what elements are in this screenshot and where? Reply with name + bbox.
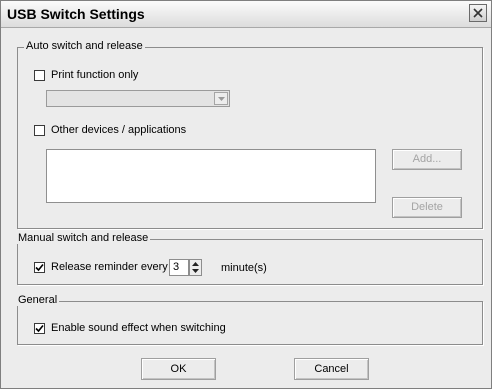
add-button[interactable]: Add... (392, 149, 462, 170)
release-reminder-box[interactable] (34, 261, 45, 273)
auto-switch-group-label: Auto switch and release (24, 40, 145, 52)
close-button[interactable] (469, 4, 487, 22)
close-icon (473, 8, 483, 18)
print-function-only-label: Print function only (51, 69, 139, 81)
ok-button-label: OK (170, 363, 187, 375)
print-function-only-checkbox[interactable]: Print function only (34, 69, 138, 81)
devices-listbox[interactable] (46, 149, 376, 203)
sound-effect-label: Enable sound effect when switching (51, 322, 226, 334)
other-devices-box[interactable] (34, 124, 45, 136)
ok-button[interactable]: OK (141, 358, 216, 380)
spin-up-button[interactable] (190, 260, 201, 267)
printer-select[interactable] (46, 90, 230, 107)
cancel-button[interactable]: Cancel (294, 358, 369, 380)
cancel-button-label: Cancel (314, 363, 349, 375)
spin-down-button[interactable] (190, 268, 201, 275)
printer-select-arrow[interactable] (214, 92, 228, 105)
print-function-only-box[interactable] (34, 69, 45, 81)
manual-switch-group-label: Manual switch and release (16, 232, 151, 244)
general-group-label: General (16, 294, 60, 306)
minutes-unit-label: minute(s) (221, 262, 267, 274)
other-devices-label: Other devices / applications (51, 124, 187, 136)
dialog-title: USB Switch Settings (7, 6, 145, 22)
delete-button-label: Delete (411, 201, 443, 213)
other-devices-checkbox[interactable]: Other devices / applications (34, 124, 186, 136)
spin-down-icon (192, 269, 199, 273)
release-reminder-label: Release reminder every (51, 261, 168, 273)
delete-button[interactable]: Delete (392, 197, 462, 218)
reminder-minutes-input[interactable]: 3 (169, 259, 189, 276)
checkmark-icon (35, 324, 44, 332)
release-reminder-checkbox[interactable]: Release reminder every (34, 261, 168, 273)
sound-effect-box[interactable] (34, 322, 45, 334)
checkmark-icon (35, 263, 44, 271)
title-bar[interactable]: USB Switch Settings (1, 1, 491, 28)
chevron-down-icon (218, 97, 225, 101)
spin-up-icon (192, 262, 199, 266)
add-button-label: Add... (412, 153, 442, 165)
usb-switch-settings-dialog: USB Switch Settings Auto switch and rele… (0, 0, 492, 389)
reminder-minutes-spinner[interactable] (189, 259, 202, 276)
sound-effect-checkbox[interactable]: Enable sound effect when switching (34, 322, 226, 334)
